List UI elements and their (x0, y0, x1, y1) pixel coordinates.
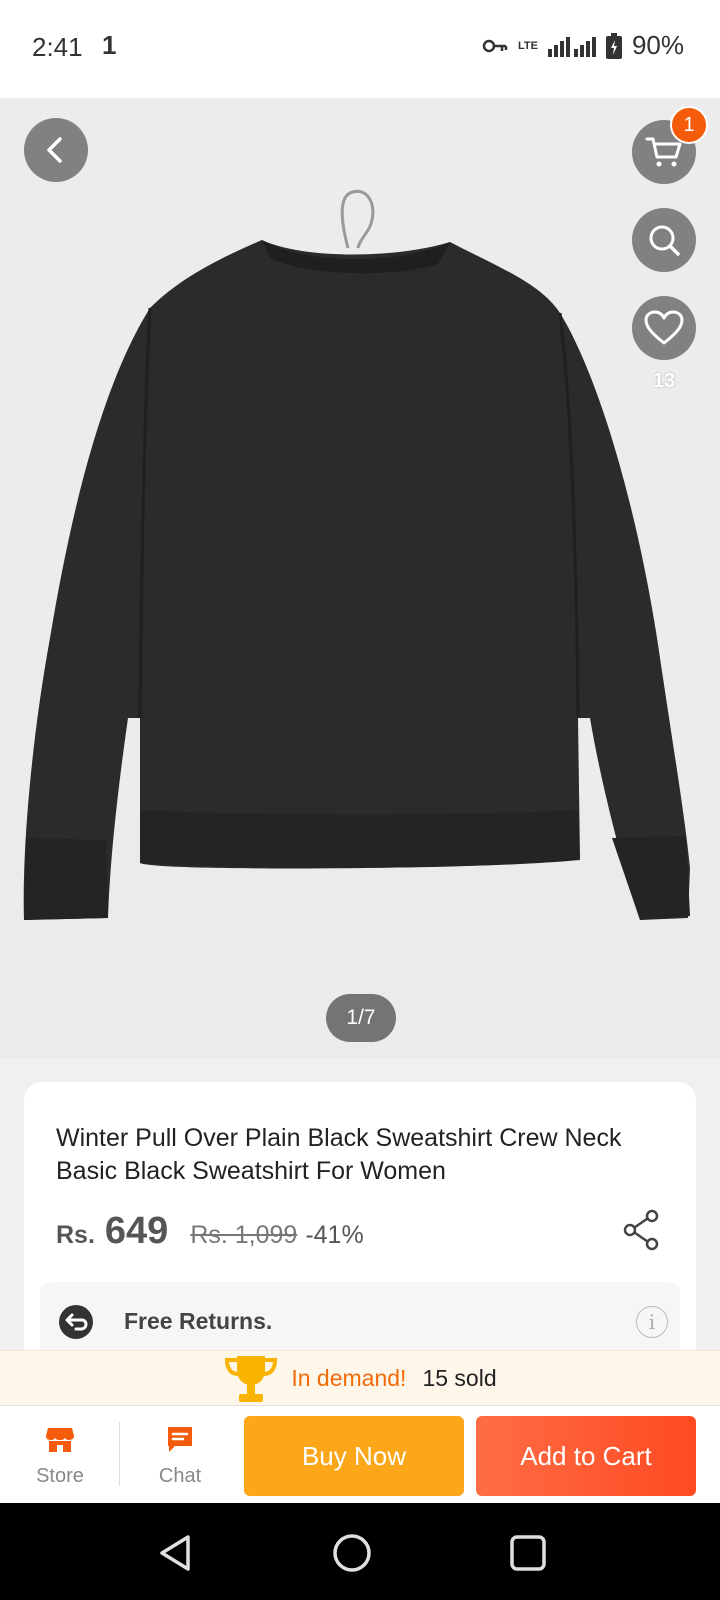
bottom-action-bar: Store Chat Buy Now Add to Cart (0, 1405, 720, 1503)
wishlist-button[interactable] (632, 296, 696, 360)
store-icon (46, 1428, 74, 1452)
back-button[interactable] (24, 118, 88, 182)
original-price: Rs. 1,099 (190, 1221, 298, 1249)
share-button[interactable] (620, 1208, 664, 1252)
trophy-icon (225, 1356, 278, 1402)
vpn-key-icon (482, 39, 508, 52)
image-pager: 1/7 (326, 994, 396, 1042)
return-icon (59, 1305, 93, 1339)
sold-count: 15 sold (422, 1364, 497, 1391)
buy-now-button[interactable]: Buy Now (244, 1416, 464, 1496)
system-nav-bar (0, 1503, 720, 1600)
chat-icon (168, 1427, 192, 1452)
page: 2:41 1 LTE 90% 1 13 1/7 Winter Pull Over… (0, 0, 720, 1600)
info-icon[interactable]: i (636, 1306, 668, 1338)
status-icons: LTE 90% (482, 30, 684, 61)
status-time: 2:41 (32, 32, 83, 62)
chevron-left-icon (47, 137, 62, 163)
tab-divider (119, 1422, 120, 1486)
price-row: Rs. 649 Rs. 1,099 -41% (56, 1210, 364, 1253)
signal-icon (547, 36, 596, 57)
free-returns-label: Free Returns. (124, 1308, 273, 1334)
product-image (0, 189, 720, 1058)
current-price: 649 (104, 1210, 169, 1252)
nav-recents-icon[interactable] (506, 1531, 550, 1575)
wishlist-count: 13 (652, 370, 676, 392)
demand-banner: In demand! 15 sold (0, 1350, 720, 1405)
status-bar: 2:41 1 LTE 90% (0, 0, 720, 98)
product-info-card: Winter Pull Over Plain Black Sweatshirt … (24, 1082, 696, 1382)
battery-icon (605, 32, 622, 59)
store-label: Store (36, 1465, 84, 1487)
notification-count: 1 (102, 30, 117, 60)
chat-tab[interactable]: Chat (130, 1424, 230, 1488)
product-title: Winter Pull Over Plain Black Sweatshirt … (56, 1124, 622, 1185)
product-gallery[interactable]: 1 13 1/7 (0, 98, 720, 1058)
lte-label: LTE (517, 39, 538, 52)
nav-home-icon[interactable] (330, 1531, 374, 1575)
search-button[interactable] (632, 208, 696, 272)
add-to-cart-button[interactable]: Add to Cart (476, 1416, 696, 1496)
battery-level: 90% (631, 30, 684, 60)
search-icon (649, 225, 680, 256)
heart-icon (644, 310, 684, 345)
chat-label: Chat (158, 1465, 202, 1487)
price-currency: Rs. (56, 1221, 95, 1249)
discount-percent: -41% (305, 1221, 364, 1249)
share-icon (623, 1209, 659, 1251)
nav-back-icon[interactable] (154, 1531, 198, 1575)
store-tab[interactable]: Store (10, 1424, 110, 1488)
in-demand-label: In demand! (291, 1364, 407, 1391)
cart-count-badge: 1 (670, 106, 708, 144)
